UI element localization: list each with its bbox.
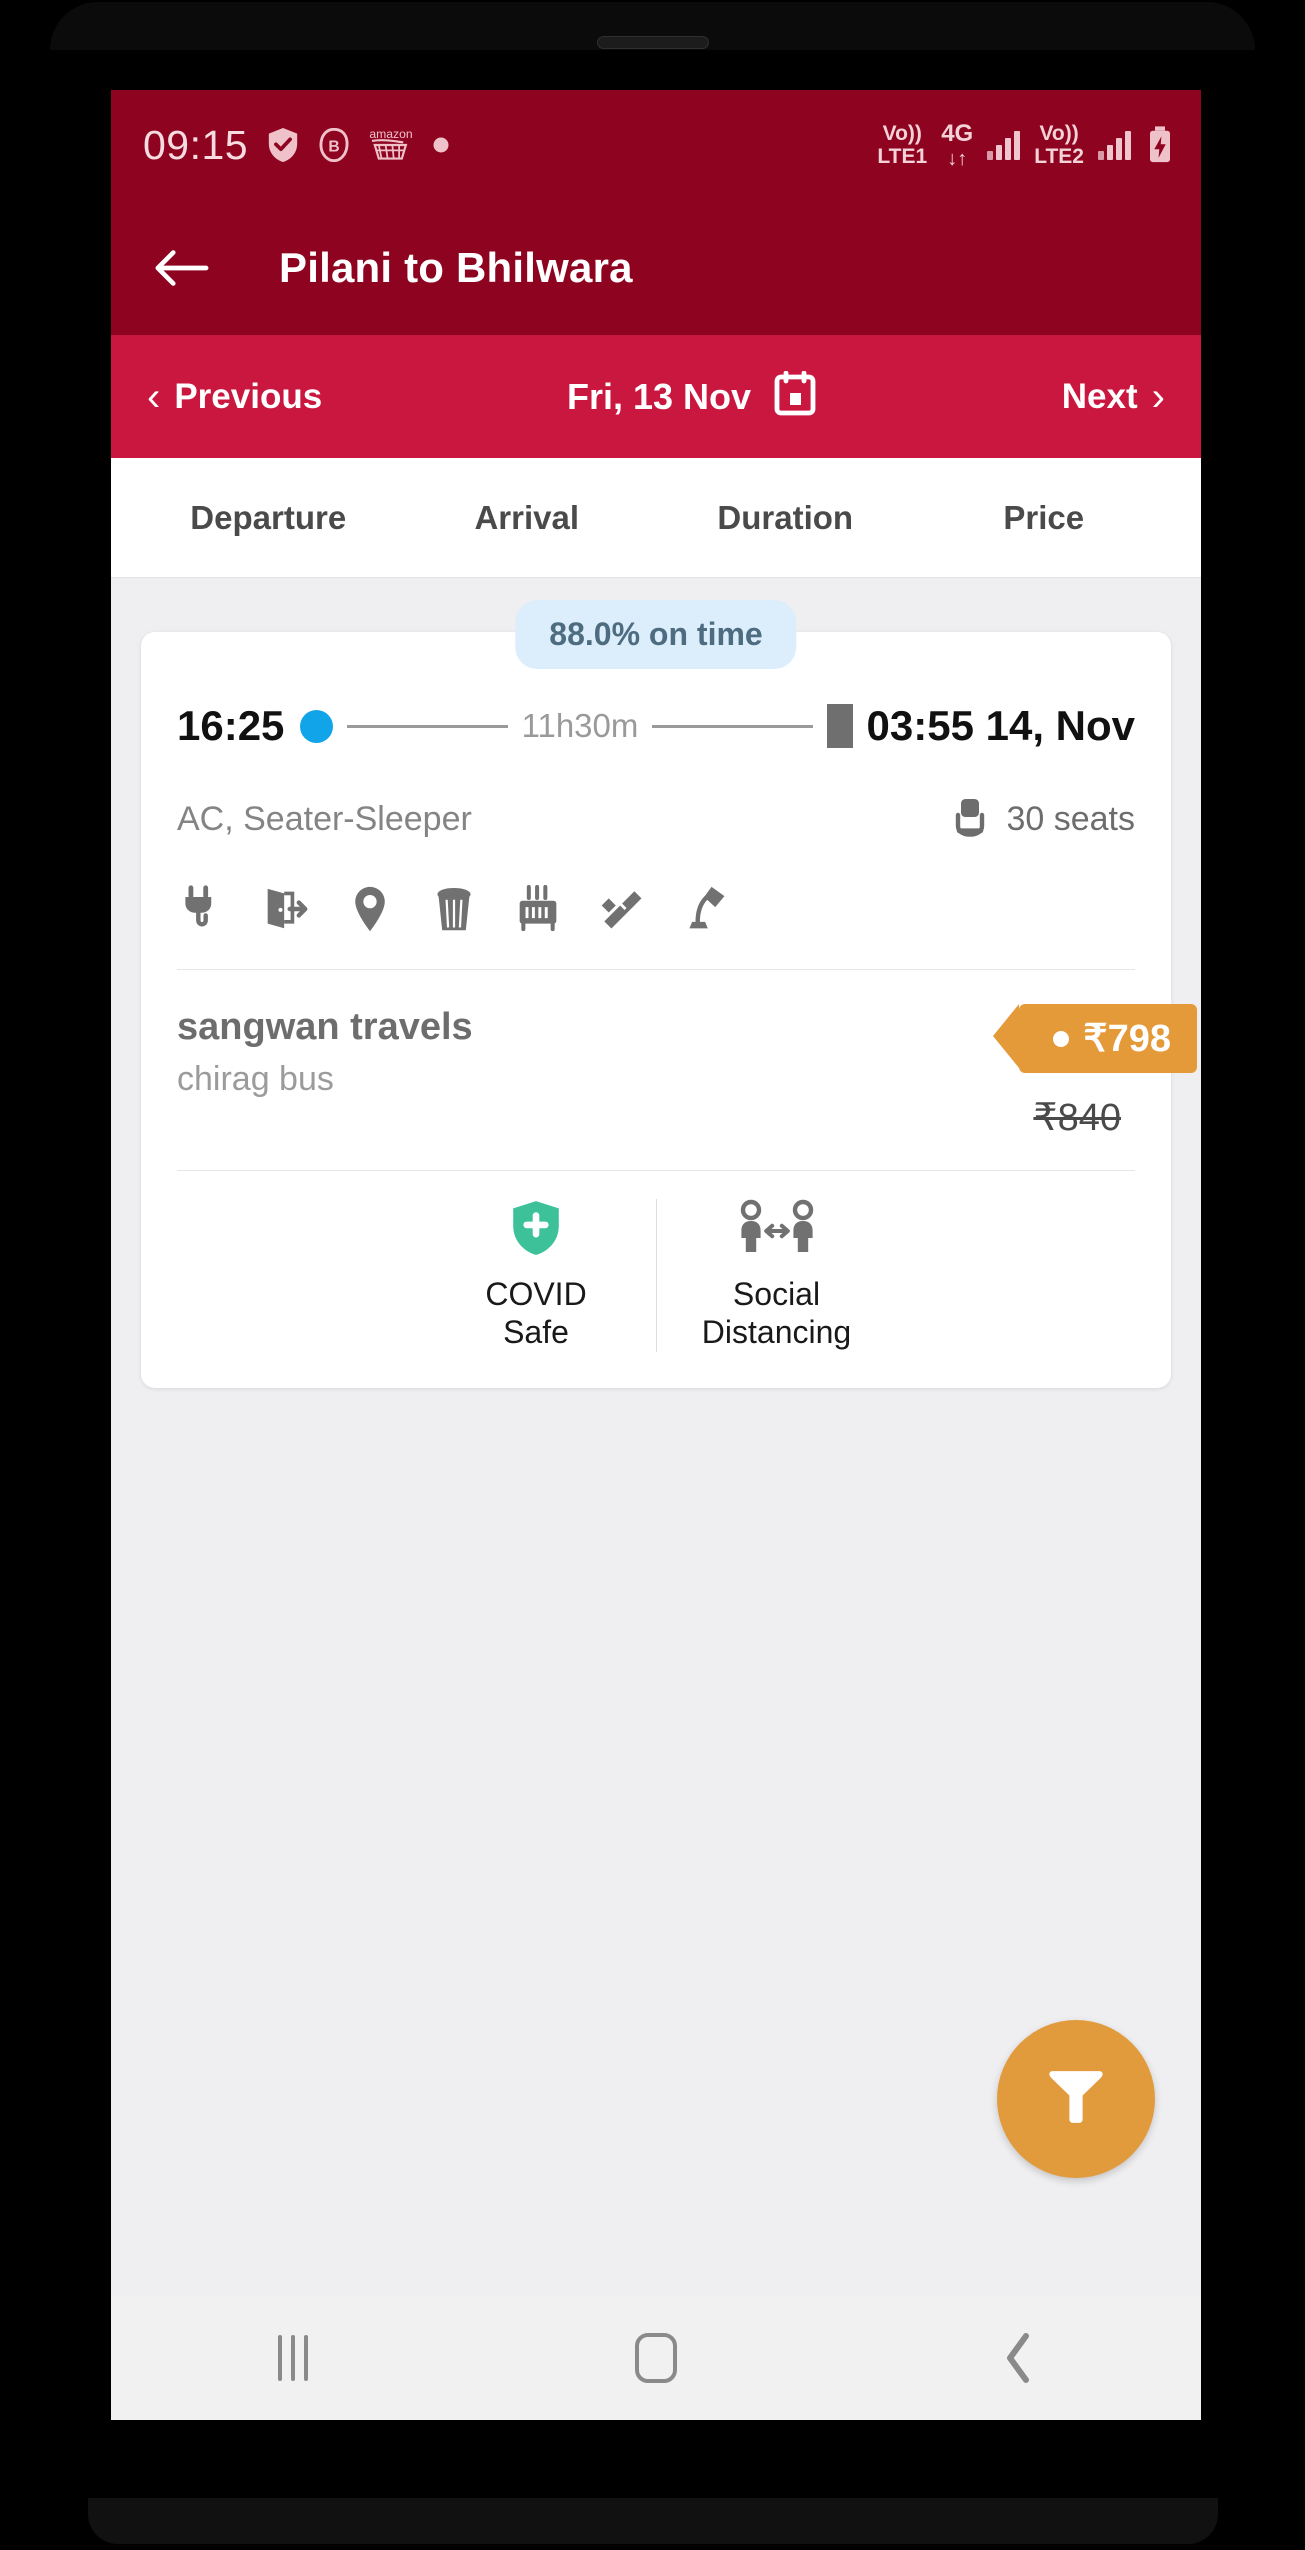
badge-covid-line2: Safe — [503, 1313, 569, 1350]
arrival-marker-icon — [826, 704, 853, 748]
selected-date-label: Fri, 13 Nov — [566, 375, 752, 417]
heater-vent-icon — [515, 883, 561, 935]
bus-result-card[interactable]: 16:25 11h30m 03:55 14, Nov AC, Seater-Sl… — [141, 632, 1197, 1388]
journey-duration: 11h30m — [521, 707, 639, 744]
chevron-left-icon: ‹ — [147, 374, 161, 419]
price-tag[interactable]: ₹798 — [993, 1004, 1197, 1073]
phone-top-bezel — [0, 0, 1305, 62]
bus-seat-icon — [950, 796, 990, 843]
status-bar-left: 09:15 B amazon — [143, 122, 450, 169]
bus-type-label: AC, Seater-Sleeper — [177, 800, 472, 838]
journey-line-right — [652, 724, 813, 728]
page-title: Pilani to Bhilwara — [279, 243, 633, 291]
bus-results-list: 88.0% on time 16:25 11h30m 03:55 14, Nov… — [111, 578, 1201, 2296]
date-picker-button[interactable]: Fri, 13 Nov — [566, 370, 817, 422]
date-navigation-bar: ‹ Previous Fri, 13 Nov Next › — [111, 335, 1201, 458]
amenities-row — [177, 853, 1135, 970]
android-navigation-bar — [111, 2296, 1201, 2420]
mobile-data-indicator: 4G ↓↑ — [941, 119, 974, 170]
sim1-vo-label: Vo)) — [882, 122, 922, 145]
badge-covid-line1: COVID — [485, 1276, 587, 1312]
signal-bars-2-icon — [1098, 130, 1131, 160]
svg-text:B: B — [328, 139, 339, 156]
price-tag-hole-icon — [1053, 1030, 1070, 1047]
badge-social-line2: Distancing — [701, 1313, 852, 1350]
price-block: ₹798 ₹840 — [993, 1004, 1197, 1140]
back-arrow-icon[interactable] — [141, 228, 221, 308]
previous-day-button[interactable]: ‹ Previous — [147, 377, 322, 417]
tab-price[interactable]: Price — [915, 499, 1174, 537]
battery-charging-icon — [1145, 125, 1175, 165]
tab-departure[interactable]: Departure — [139, 499, 398, 537]
seats-available-group: 30 seats — [950, 796, 1135, 843]
next-day-button[interactable]: Next › — [1062, 377, 1165, 417]
emergency-exit-icon — [263, 883, 309, 935]
next-day-label: Next — [1061, 376, 1138, 416]
filter-fab-button[interactable] — [997, 2020, 1155, 2178]
network-type-label: 4G — [941, 119, 974, 147]
price-value: ₹798 — [1083, 1018, 1171, 1060]
sort-tabs: Departure Arrival Duration Price — [111, 458, 1201, 578]
operator-info: sangwan travels chirag bus — [177, 1004, 473, 1099]
back-icon[interactable] — [838, 2332, 1201, 2384]
social-distancing-icon — [737, 1199, 817, 1262]
status-bar-right: Vo)) LTE1 4G ↓↑ Vo)) LTE2 — [877, 119, 1175, 170]
safety-badges-row: COVID Safe Social Distancing — [177, 1171, 1135, 1388]
sim2-volte-indicator: Vo)) LTE2 — [1034, 123, 1084, 167]
operator-name: sangwan travels — [177, 1006, 473, 1048]
phone-screen: 09:15 B amazon Vo)) LTE1 4G ↓↑ Vo)) LTE2… — [111, 90, 1201, 2420]
tab-arrival[interactable]: Arrival — [398, 499, 657, 537]
charging-point-icon — [179, 883, 225, 935]
dot-icon — [432, 136, 450, 154]
data-transfer-arrows-icon: ↓↑ — [947, 147, 968, 170]
badge-covid-safe: COVID Safe — [416, 1199, 656, 1352]
status-clock: 09:15 — [143, 121, 249, 168]
live-tracking-icon — [347, 883, 393, 935]
departure-dot-icon — [300, 709, 334, 743]
dustbin-icon — [431, 883, 477, 935]
home-icon[interactable] — [474, 2333, 837, 2383]
bhim-icon: B — [318, 128, 350, 162]
badge-social-distancing: Social Distancing — [656, 1199, 896, 1352]
amazon-cart-icon: amazon — [368, 126, 414, 164]
phone-frame: 09:15 B amazon Vo)) LTE1 4G ↓↑ Vo)) LTE2… — [0, 0, 1305, 2550]
ontime-badge: 88.0% on time — [515, 600, 797, 669]
reading-light-icon — [683, 883, 729, 935]
badge-social-distancing-label: Social Distancing — [702, 1276, 851, 1352]
earpiece-speaker — [596, 36, 709, 49]
recents-icon[interactable] — [111, 2335, 474, 2381]
previous-day-label: Previous — [174, 376, 323, 416]
sim1-volte-indicator: Vo)) LTE1 — [877, 123, 927, 167]
operator-sub-name: chirag bus — [177, 1059, 334, 1098]
shield-check-icon — [266, 126, 300, 164]
chevron-right-icon: › — [1151, 374, 1165, 419]
badge-covid-safe-label: COVID Safe — [485, 1276, 586, 1352]
sim2-vo-label: Vo)) — [1039, 122, 1079, 145]
bezel-rounded-bottom — [88, 2498, 1218, 2544]
svg-text:amazon: amazon — [369, 127, 412, 141]
departure-time: 16:25 — [177, 702, 285, 749]
bus-type-row: AC, Seater-Sleeper 30 seats — [177, 758, 1135, 853]
tab-duration[interactable]: Duration — [656, 499, 915, 537]
status-bar: 09:15 B amazon Vo)) LTE1 4G ↓↑ Vo)) LTE2 — [111, 90, 1201, 200]
app-header: Pilani to Bhilwara — [111, 200, 1201, 335]
filter-funnel-icon — [1043, 2064, 1109, 2135]
signal-bars-icon — [987, 130, 1021, 160]
operator-price-row: sangwan travels chirag bus ₹798 ₹840 — [177, 970, 1197, 1171]
seats-available-label: 30 seats — [1006, 800, 1135, 838]
sim1-lte-label: LTE1 — [877, 145, 928, 168]
original-price: ₹840 — [1033, 1097, 1121, 1139]
arrival-time: 03:55 14, Nov — [866, 702, 1136, 749]
covid-shield-icon — [509, 1199, 563, 1262]
calendar-icon[interactable] — [773, 370, 817, 422]
phone-bottom-bezel — [0, 2492, 1305, 2550]
journey-line-left — [347, 724, 508, 728]
blanket-icon — [599, 883, 645, 935]
badge-social-line1: Social — [732, 1276, 821, 1312]
sim2-lte-label: LTE2 — [1034, 145, 1084, 168]
